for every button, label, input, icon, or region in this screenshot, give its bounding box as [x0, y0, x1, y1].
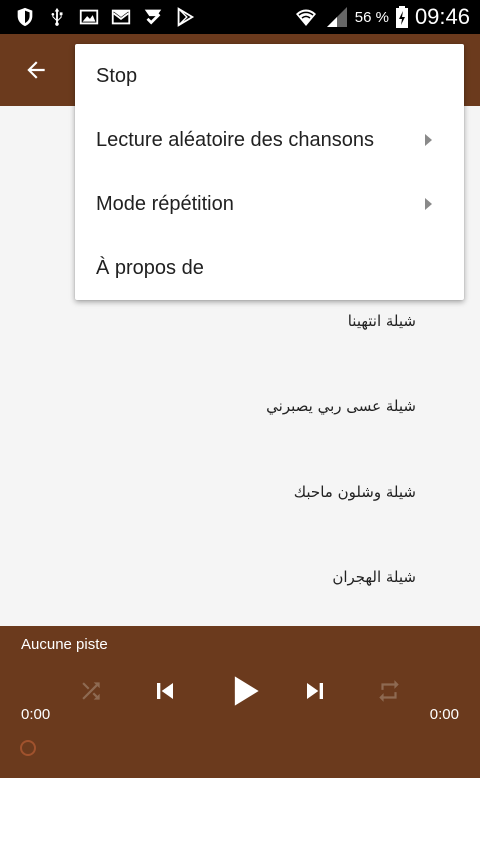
signal-icon	[325, 6, 349, 28]
status-right: 56 % 09:46	[293, 4, 470, 30]
overflow-menu: Stop Lecture aléatoire des chansons Mode…	[75, 44, 464, 300]
song-item[interactable]: شيلة وشلون ماحبك	[294, 483, 416, 501]
music-player: Aucune piste 0:00 0:00	[0, 626, 480, 778]
menu-item-about[interactable]: À propos de	[75, 236, 464, 300]
arrow-back-icon	[27, 61, 45, 79]
track-title: Aucune piste	[21, 636, 108, 653]
repeat-icon	[379, 680, 399, 702]
clock: 09:46	[414, 4, 470, 29]
submenu-arrow-icon	[425, 198, 432, 210]
time-total: 0:00	[429, 706, 459, 723]
menu-item-repeat-mode[interactable]: Mode répétition	[75, 172, 464, 236]
menu-item-shuffle[interactable]: Lecture aléatoire des chansons	[75, 108, 464, 172]
submenu-arrow-icon	[425, 134, 432, 146]
menu-item-label: Lecture aléatoire des chansons	[96, 128, 374, 151]
song-item[interactable]: شيلة انتهينا	[348, 312, 416, 330]
battery-icon	[395, 6, 409, 28]
next-button[interactable]	[298, 674, 332, 708]
next-icon	[307, 683, 323, 699]
song-item[interactable]: شيلة الهجران	[332, 568, 416, 586]
menu-item-label: Mode répétition	[96, 192, 234, 215]
menu-item-label: Stop	[96, 64, 138, 87]
download-check-icon	[142, 6, 164, 28]
play-store-icon	[174, 6, 196, 28]
song-item[interactable]: شيلة عسى ربي يصبرني	[266, 397, 416, 415]
status-bar: 56 % 09:46	[0, 0, 480, 34]
shuffle-button[interactable]	[76, 676, 106, 706]
menu-item-label: À propos de	[96, 256, 204, 279]
repeat-button[interactable]	[374, 676, 404, 706]
play-button[interactable]	[222, 668, 266, 714]
notification-icons	[14, 6, 196, 28]
previous-icon	[157, 683, 173, 699]
menu-item-stop[interactable]: Stop	[75, 44, 464, 108]
shield-icon	[14, 6, 36, 28]
seek-bar-thumb[interactable]	[20, 740, 36, 756]
previous-button[interactable]	[148, 674, 182, 708]
mail-icon	[110, 6, 132, 28]
back-button[interactable]	[20, 56, 52, 84]
shuffle-icon	[82, 682, 100, 700]
time-elapsed: 0:00	[21, 706, 51, 723]
usb-icon	[46, 6, 68, 28]
wifi-icon	[293, 6, 319, 28]
battery-percent: 56 %	[354, 8, 389, 26]
image-icon	[78, 6, 100, 28]
bottom-area	[0, 778, 480, 854]
play-icon	[234, 676, 259, 706]
